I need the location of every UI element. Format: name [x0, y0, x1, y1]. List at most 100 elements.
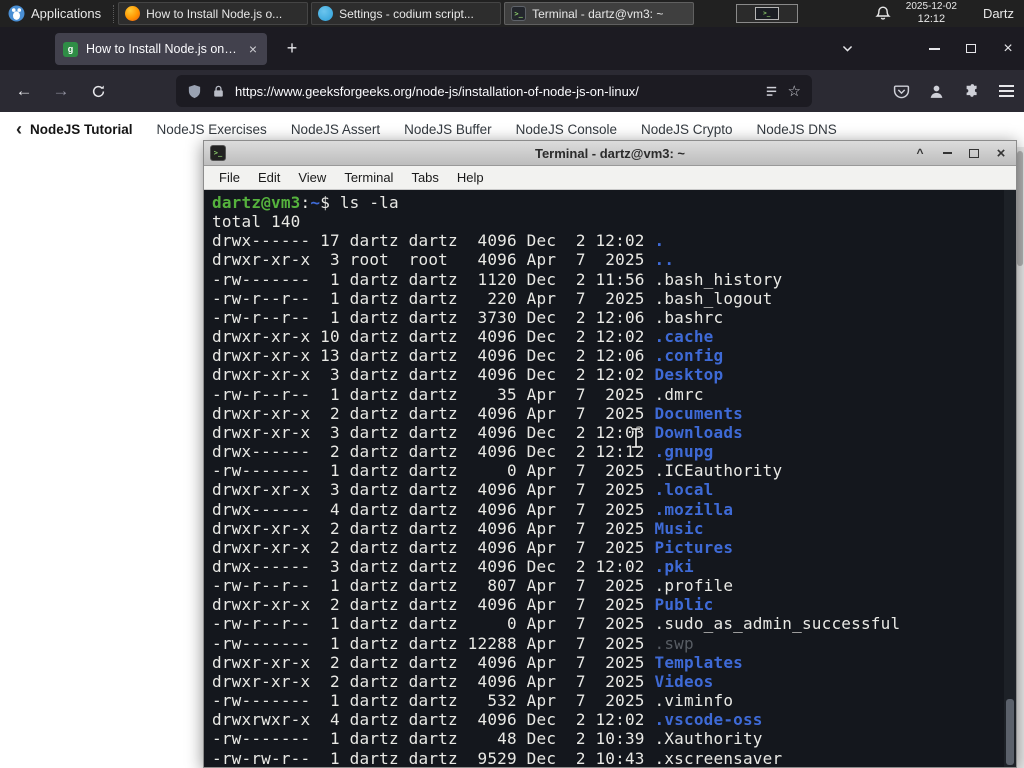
- terminal-line: drwxr-xr-x 3 root root 4096 Apr 7 2025 .…: [212, 250, 675, 270]
- back-button[interactable]: ←: [8, 75, 40, 107]
- panel-clock[interactable]: 2025-12-02 12:12: [906, 1, 957, 25]
- terminal-line: drwxr-xr-x 3 dartz dartz 4096 Apr 7 2025…: [212, 480, 714, 500]
- desktop: Applications How to Install Node.js o...…: [0, 0, 1024, 768]
- terminal-line: drwxr-xr-x 2 dartz dartz 4096 Apr 7 2025…: [212, 518, 704, 538]
- terminal-line: total 140: [212, 212, 301, 232]
- applications-menu-button[interactable]: Applications: [0, 0, 109, 27]
- site-nav-item[interactable]: NodeJS Console: [516, 122, 617, 137]
- taskbar-window-button[interactable]: How to Install Node.js o...: [118, 2, 309, 25]
- reload-icon[interactable]: [82, 75, 114, 107]
- pocket-icon[interactable]: [891, 83, 911, 100]
- terminal-line: -rw-r--r-- 1 dartz dartz 35 Apr 7 2025 .…: [212, 384, 704, 404]
- browser-tabbar: g How to Install Node.js on Linux × + ×: [0, 27, 1024, 70]
- terminal-line: -rw------- 1 dartz dartz 0 Apr 7 2025 .I…: [212, 461, 783, 481]
- site-nav-item[interactable]: NodeJS Tutorial: [30, 122, 133, 137]
- taskbar-window-button[interactable]: Settings - codium script...: [311, 2, 502, 25]
- taskbar-window-button[interactable]: >_ Terminal - dartz@vm3: ~: [504, 2, 695, 25]
- site-nav-item[interactable]: NodeJS Crypto: [641, 122, 733, 137]
- terminal-line: -rw------- 1 dartz dartz 48 Dec 2 10:39 …: [212, 729, 763, 749]
- terminal-menu-terminal[interactable]: Terminal: [335, 170, 402, 185]
- tab-close-icon[interactable]: ×: [247, 41, 259, 57]
- site-nav-items: NodeJS Tutorial NodeJS Exercises NodeJS As…: [30, 122, 856, 137]
- site-nav-item[interactable]: NodeJS Buffer: [404, 122, 492, 137]
- terminal-title: Terminal - dartz@vm3: ~: [534, 145, 686, 161]
- menu-hamburger-icon[interactable]: [996, 85, 1016, 97]
- terminal-icon: >_: [511, 6, 527, 21]
- terminal-line: -rw-r--r-- 1 dartz dartz 3730 Dec 2 12:0…: [212, 307, 724, 327]
- terminal-minimize-button[interactable]: [938, 144, 956, 162]
- firefox-icon: [125, 6, 141, 21]
- terminal-line: -rw------- 1 dartz dartz 12288 Apr 7 202…: [212, 633, 694, 653]
- panel-separator: [113, 4, 115, 23]
- terminal-menu-help[interactable]: Help: [448, 170, 493, 185]
- terminal-menu-view[interactable]: View: [289, 170, 335, 185]
- codium-icon: [318, 6, 334, 21]
- window-close-button[interactable]: ×: [1000, 40, 1016, 58]
- applications-label: Applications: [31, 6, 102, 21]
- taskbar: How to Install Node.js o... Settings - co…: [118, 0, 697, 27]
- reader-mode-icon[interactable]: [764, 84, 779, 99]
- browser-scrollbar[interactable]: [1016, 147, 1024, 768]
- padlock-icon[interactable]: [211, 84, 226, 99]
- url-input[interactable]: https://www.geeksforgeeks.org/node-js/in…: [235, 84, 755, 99]
- terminal-line: -rw-r--r-- 1 dartz dartz 220 Apr 7 2025 …: [212, 288, 773, 308]
- terminal-line: drwx------ 3 dartz dartz 4096 Dec 2 12:0…: [212, 556, 694, 576]
- terminal-scrollbar[interactable]: [1004, 190, 1016, 767]
- site-nav-item[interactable]: NodeJS Assert: [291, 122, 380, 137]
- terminal-line: drwxr-xr-x 13 dartz dartz 4096 Dec 2 12:…: [212, 346, 724, 366]
- terminal-line: dartz@vm3:~$ ls -la: [212, 193, 399, 212]
- terminal-menu-file[interactable]: File: [210, 170, 249, 185]
- terminal-line: drwxr-xr-x 2 dartz dartz 4096 Apr 7 2025…: [212, 671, 714, 691]
- site-nav-item[interactable]: NodeJS DNS: [757, 122, 837, 137]
- window-restore-button[interactable]: [963, 44, 979, 53]
- url-bar[interactable]: https://www.geeksforgeeks.org/node-js/in…: [176, 75, 812, 107]
- taskbar-window-title: Settings - codium script...: [339, 6, 474, 21]
- nav-scroll-left-icon[interactable]: ‹: [16, 119, 22, 140]
- extensions-puzzle-icon[interactable]: [961, 83, 981, 100]
- browser-scrollbar-thumb[interactable]: [1017, 151, 1023, 266]
- terminal-output: dartz@vm3:~$ ls -la total 140 drwx------ 1…: [212, 193, 1002, 767]
- terminal-shade-button[interactable]: ^: [911, 144, 929, 162]
- list-all-tabs-icon[interactable]: [839, 42, 855, 55]
- terminal-line: drwxrwxr-x 4 dartz dartz 4096 Dec 2 12:0…: [212, 710, 763, 730]
- top-panel: Applications How to Install Node.js o...…: [0, 0, 1024, 27]
- terminal-line: drwxr-xr-x 2 dartz dartz 4096 Apr 7 2025…: [212, 537, 734, 557]
- terminal-line: drwx------ 2 dartz dartz 4096 Dec 2 12:1…: [212, 442, 714, 462]
- clock-time: 12:12: [917, 12, 946, 25]
- workspace-window-thumbnail: >_: [754, 7, 779, 20]
- terminal-screen[interactable]: dartz@vm3:~$ ls -la total 140 drwx------ 1…: [204, 190, 1016, 767]
- browser-toolbar: ← → https://www.geeksforgeeks.org/node-j…: [0, 70, 1024, 112]
- tracking-protection-shield-icon[interactable]: [187, 84, 202, 99]
- terminal-scrollbar-thumb[interactable]: [1006, 699, 1014, 765]
- terminal-line: -rw-r--r-- 1 dartz dartz 807 Apr 7 2025 …: [212, 576, 734, 596]
- terminal-line: drwxr-xr-x 2 dartz dartz 4096 Apr 7 2025…: [212, 403, 743, 423]
- browser-tab[interactable]: g How to Install Node.js on Linux ×: [55, 33, 267, 65]
- site-nav-item[interactable]: NodeJS Exercises: [157, 122, 267, 137]
- panel-user-label: Dartz: [982, 6, 1014, 21]
- terminal-line: drwx------ 4 dartz dartz 4096 Apr 7 2025…: [212, 499, 734, 519]
- terminal-line: -rw------- 1 dartz dartz 1120 Dec 2 11:5…: [212, 269, 783, 289]
- taskbar-window-title: Terminal - dartz@vm3: ~: [532, 6, 664, 21]
- account-icon[interactable]: [926, 83, 946, 100]
- terminal-maximize-button[interactable]: [965, 144, 983, 162]
- terminal-line: drwxr-xr-x 3 dartz dartz 4096 Dec 2 12:0…: [212, 365, 724, 385]
- forward-button: →: [52, 81, 70, 100]
- terminal-line: drwxr-xr-x 2 dartz dartz 4096 Apr 7 2025…: [212, 595, 714, 615]
- terminal-close-button[interactable]: ×: [992, 144, 1010, 162]
- terminal-menu-edit[interactable]: Edit: [249, 170, 289, 185]
- window-minimize-button[interactable]: [926, 47, 942, 50]
- applications-icon: [8, 5, 25, 22]
- tab-title: How to Install Node.js on Linux: [86, 42, 239, 56]
- clock-date: 2025-12-02: [905, 1, 957, 13]
- terminal-icon: >_: [210, 145, 226, 161]
- taskbar-window-title: How to Install Node.js o...: [146, 6, 283, 21]
- new-tab-button[interactable]: +: [281, 38, 303, 59]
- terminal-line: -rw-rw-r-- 1 dartz dartz 9529 Dec 2 10:4…: [212, 748, 783, 767]
- terminal-menubar: File Edit View Terminal Tabs Help: [204, 166, 1016, 190]
- bookmark-star-icon[interactable]: ☆: [788, 82, 801, 100]
- notifications-bell-icon[interactable]: [874, 5, 892, 23]
- workspace-switcher[interactable]: >_: [735, 4, 798, 23]
- terminal-titlebar[interactable]: >_ Terminal - dartz@vm3: ~ ^ ×: [204, 141, 1016, 166]
- terminal-menu-tabs[interactable]: Tabs: [402, 170, 447, 185]
- terminal-line: drwxr-xr-x 10 dartz dartz 4096 Dec 2 12:…: [212, 327, 714, 347]
